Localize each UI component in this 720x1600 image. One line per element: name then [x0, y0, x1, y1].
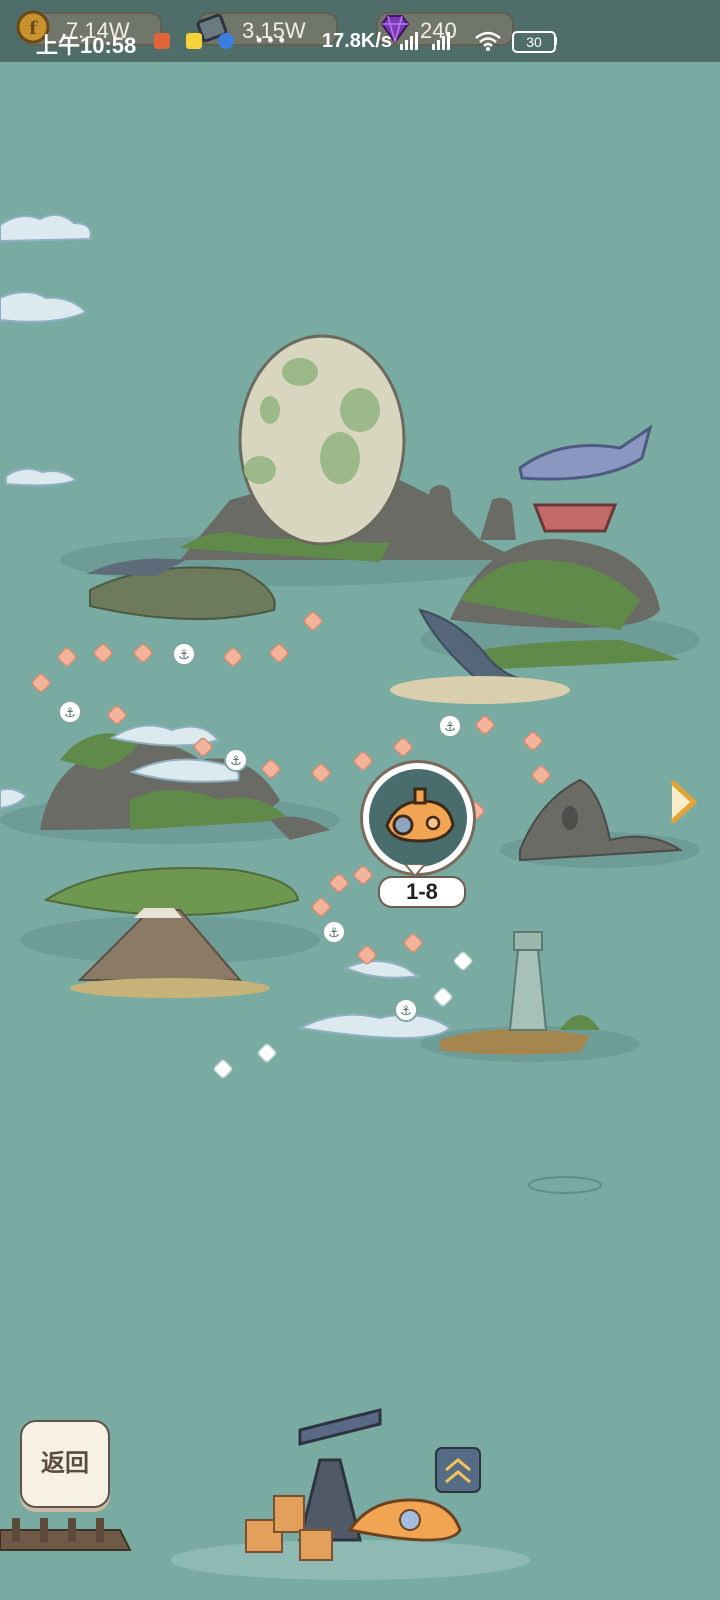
next-area-arrow[interactable]	[668, 778, 698, 826]
anchor-icon: ⚓	[58, 700, 82, 724]
status-time: 上午10:58	[36, 33, 137, 58]
svg-text:⚓: ⚓	[328, 926, 340, 941]
wifi-icon	[475, 31, 501, 51]
anchor-icon: ⚓	[394, 998, 418, 1022]
battery-tip	[554, 37, 557, 45]
lighthouse-island	[420, 931, 640, 1062]
svg-text:⚓: ⚓	[444, 720, 456, 735]
ripple	[528, 1176, 602, 1194]
anchor-icon: ⚓	[172, 642, 196, 666]
signal-icon	[400, 32, 450, 50]
back-button-label: 返回	[41, 1450, 89, 1477]
anchor-icon: ⚓	[438, 714, 462, 738]
more-notifications-icon: • • •	[256, 30, 285, 50]
mi-notification-icon	[154, 33, 170, 49]
svg-text:⚓: ⚓	[64, 706, 76, 721]
svg-text:⚓: ⚓	[178, 648, 190, 663]
anchor-icon: ⚓	[322, 920, 346, 944]
current-level-label: 1-8	[378, 876, 466, 908]
battery-level: 30	[526, 34, 542, 50]
svg-text:⚓: ⚓	[400, 1004, 412, 1019]
level-badge-inner	[369, 769, 467, 867]
back-button[interactable]: 返回	[20, 1420, 110, 1508]
volcano-island	[20, 867, 320, 998]
battery-indicator: 30	[512, 31, 556, 53]
jungle-island	[0, 733, 340, 844]
world-map: ⚓ ⚓ ⚓ ⚓ ⚓ ⚓	[0, 213, 700, 1580]
anchor-icon: ⚓	[224, 748, 248, 772]
shark-airship	[518, 424, 653, 533]
egg-island	[60, 334, 520, 621]
current-level-button[interactable]	[360, 760, 476, 876]
app-notification-icon	[186, 33, 202, 49]
submarine-icon	[385, 787, 455, 843]
network-speed: 17.8K/s	[322, 30, 393, 52]
svg-text:⚓: ⚓	[230, 754, 242, 769]
browser-notification-icon	[218, 33, 234, 49]
